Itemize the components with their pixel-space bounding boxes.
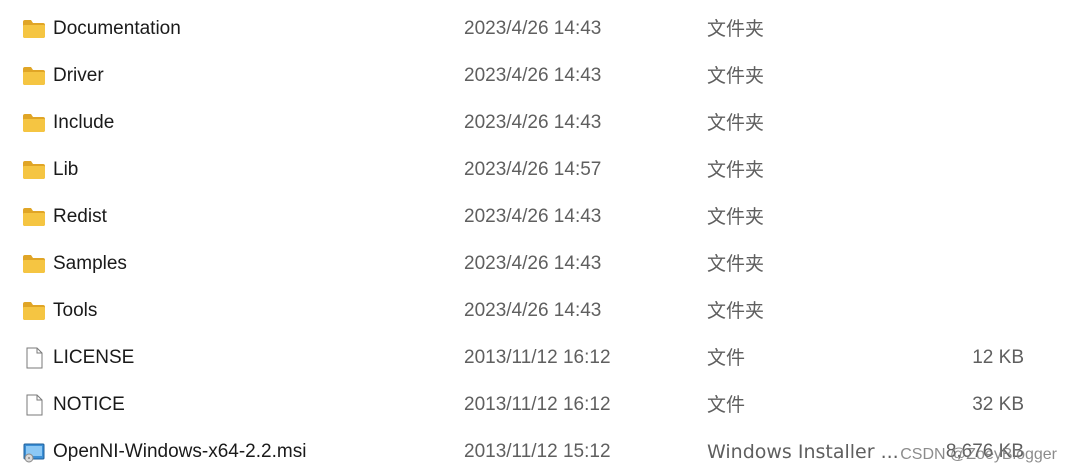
file-type: 文件夹: [707, 206, 765, 228]
file-size: 32 KB: [972, 394, 1024, 415]
file-name: Documentation: [53, 18, 181, 39]
file-row-notice[interactable]: NOTICE 2013/11/12 16:12 文件 32 KB: [0, 381, 1073, 428]
file-row-driver[interactable]: Driver 2023/4/26 14:43 文件夹: [0, 52, 1073, 99]
file-row-documentation[interactable]: Documentation 2023/4/26 14:43 文件夹: [0, 5, 1073, 52]
watermark: CSDN @ZoeyBlogger: [900, 446, 1057, 463]
file-row-license[interactable]: LICENSE 2013/11/12 16:12 文件 12 KB: [0, 334, 1073, 381]
file-row-lib[interactable]: Lib 2023/4/26 14:57 文件夹: [0, 146, 1073, 193]
file-name: Include: [53, 112, 115, 133]
file-modified-date: 2013/11/12 15:12: [464, 441, 611, 462]
folder-icon: [22, 65, 46, 87]
file-type: 文件夹: [707, 253, 765, 275]
file-modified-date: 2023/4/26 14:43: [464, 18, 602, 39]
file-modified-date: 2023/4/26 14:43: [464, 112, 602, 133]
file-row-samples[interactable]: Samples 2023/4/26 14:43 文件夹: [0, 240, 1073, 287]
file-modified-date: 2013/11/12 16:12: [464, 394, 611, 415]
file-name: Redist: [53, 206, 107, 227]
file-modified-date: 2023/4/26 14:43: [464, 253, 602, 274]
folder-icon: [22, 253, 46, 275]
file-modified-date: 2013/11/12 16:12: [464, 347, 611, 368]
folder-icon: [22, 206, 46, 228]
file-modified-date: 2023/4/26 14:43: [464, 300, 602, 321]
file-type: 文件: [707, 347, 746, 369]
file-list: Documentation 2023/4/26 14:43 文件夹 Driver…: [0, 5, 1073, 475]
file-icon: [22, 394, 46, 416]
file-icon: [22, 347, 46, 369]
file-name: LICENSE: [53, 347, 135, 368]
file-name: Samples: [53, 253, 127, 274]
file-name: Driver: [53, 65, 104, 86]
file-type: Windows Installer ...: [707, 441, 899, 463]
folder-icon: [22, 300, 46, 322]
file-size: 12 KB: [972, 347, 1024, 368]
msi-installer-icon: [22, 441, 46, 463]
file-type: 文件夹: [707, 112, 765, 134]
file-type: 文件夹: [707, 159, 765, 181]
folder-icon: [22, 159, 46, 181]
file-name: Lib: [53, 159, 79, 180]
file-type: 文件夹: [707, 300, 765, 322]
folder-icon: [22, 18, 46, 40]
file-row-include[interactable]: Include 2023/4/26 14:43 文件夹: [0, 99, 1073, 146]
file-name: OpenNI-Windows-x64-2.2.msi: [53, 441, 307, 462]
file-row-redist[interactable]: Redist 2023/4/26 14:43 文件夹: [0, 193, 1073, 240]
file-type: 文件夹: [707, 18, 765, 40]
file-modified-date: 2023/4/26 14:43: [464, 206, 602, 227]
file-row-tools[interactable]: Tools 2023/4/26 14:43 文件夹: [0, 287, 1073, 334]
file-name: Tools: [53, 300, 98, 321]
file-type: 文件: [707, 394, 746, 416]
folder-icon: [22, 112, 46, 134]
file-modified-date: 2023/4/26 14:43: [464, 65, 602, 86]
file-name: NOTICE: [53, 394, 125, 415]
file-type: 文件夹: [707, 65, 765, 87]
file-modified-date: 2023/4/26 14:57: [464, 159, 602, 180]
